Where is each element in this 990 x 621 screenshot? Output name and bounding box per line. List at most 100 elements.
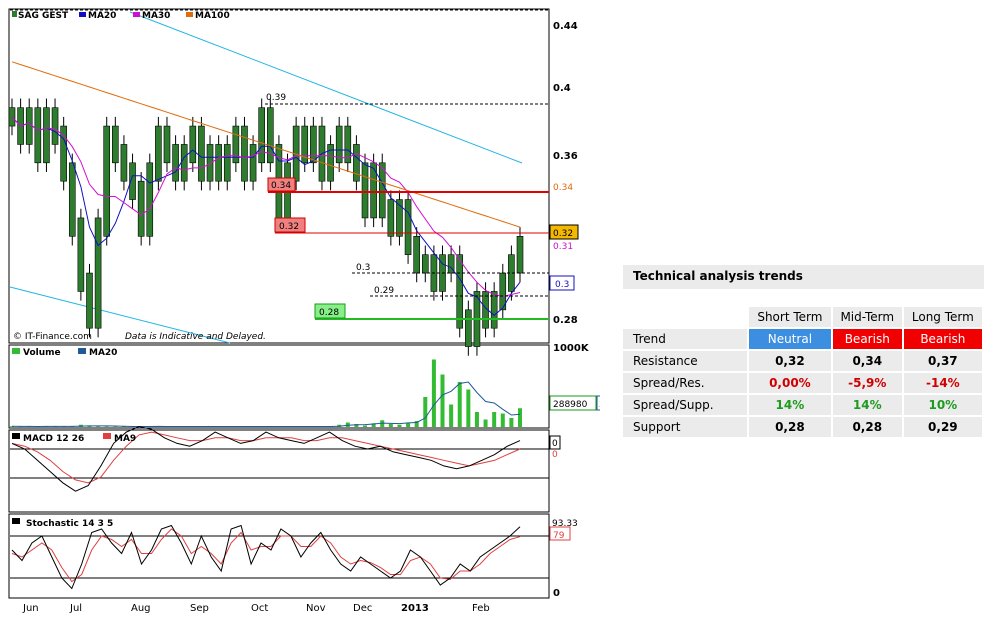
candle-body bbox=[404, 199, 412, 255]
table-row: Spread/Res. 0,00% -5,9% -14% bbox=[623, 373, 982, 393]
level-label-039: 0.39 bbox=[266, 93, 286, 103]
candle-body bbox=[137, 180, 145, 237]
macd-ma-swatch bbox=[103, 433, 111, 439]
resistance-short: 0,32 bbox=[749, 351, 831, 371]
spread-res-short: 0,00% bbox=[749, 373, 831, 393]
candle-body bbox=[25, 107, 33, 145]
level-tag-034-text: 0.34 bbox=[271, 181, 291, 191]
ma100-value-tag: 0.34 bbox=[553, 183, 573, 193]
table-row: Spread/Supp. 14% 14% 10% bbox=[623, 395, 982, 415]
row-label-trend: Trend bbox=[623, 329, 747, 349]
y-tick-label: 0.44 bbox=[553, 21, 578, 32]
trend-short: Neutral bbox=[749, 329, 831, 349]
trend-mid: Bearish bbox=[832, 329, 902, 349]
volume-bar bbox=[431, 359, 436, 427]
x-tick-label: Oct bbox=[251, 603, 268, 614]
disclaimer-text: Data is Indicative and Delayed. bbox=[125, 332, 266, 342]
candle-body bbox=[223, 144, 231, 182]
macd-value-tag: 0 bbox=[552, 439, 558, 449]
volume-bar bbox=[518, 408, 522, 427]
row-label-support: Support bbox=[623, 417, 747, 437]
candle-body bbox=[310, 125, 317, 164]
candle-body bbox=[43, 107, 50, 164]
resistance-mid: 0,34 bbox=[832, 351, 902, 371]
candle-body bbox=[413, 236, 420, 274]
volume-bar bbox=[457, 382, 462, 427]
macd-legend-swatch bbox=[12, 433, 20, 439]
ma30-value-tag: 0.31 bbox=[553, 242, 573, 252]
candle-body bbox=[516, 236, 524, 274]
candle-body bbox=[34, 107, 42, 164]
x-tick-label: Aug bbox=[131, 603, 151, 614]
trend-long: Bearish bbox=[903, 329, 982, 349]
candle-body bbox=[421, 254, 429, 274]
y-tick-label: 0.4 bbox=[553, 83, 571, 94]
row-label-spread-res: Spread/Res. bbox=[623, 373, 747, 393]
spread-supp-long: 10% bbox=[903, 395, 982, 415]
support-short: 0,28 bbox=[749, 417, 831, 437]
spread-supp-mid: 14% bbox=[832, 395, 902, 415]
legend-ma30-swatch bbox=[133, 12, 140, 17]
candle-body bbox=[215, 144, 222, 182]
candle-body bbox=[172, 144, 179, 182]
volume-bar bbox=[440, 374, 445, 427]
candle-body bbox=[249, 144, 257, 182]
candle-body bbox=[241, 125, 248, 182]
candle-body bbox=[77, 217, 85, 292]
candle-body bbox=[353, 144, 360, 182]
trends-table: Short Term Mid-Term Long Term Trend Neut… bbox=[621, 305, 984, 439]
candle-body bbox=[94, 217, 102, 329]
trends-title: Technical analysis trends bbox=[623, 265, 984, 289]
candle-body bbox=[258, 107, 265, 164]
y-tick-label: 0.28 bbox=[553, 315, 578, 326]
volume-ma-swatch bbox=[78, 348, 86, 354]
table-header-row: Short Term Mid-Term Long Term bbox=[623, 307, 982, 327]
x-tick-label: Jul bbox=[69, 603, 82, 614]
candle-body bbox=[86, 272, 93, 329]
volume-bar bbox=[474, 412, 479, 427]
volume-legend-swatch bbox=[12, 348, 20, 354]
volume-bar bbox=[96, 426, 101, 427]
volume-legend: Volume bbox=[23, 348, 61, 358]
volume-bar bbox=[483, 419, 488, 427]
volume-bar bbox=[363, 425, 368, 427]
stoch-ymin: 0 bbox=[553, 588, 560, 599]
spread-res-mid: -5,9% bbox=[832, 373, 902, 393]
candle-body bbox=[189, 125, 197, 164]
header-blank bbox=[623, 307, 747, 327]
candle-body bbox=[180, 144, 188, 182]
x-tick-label: Feb bbox=[472, 603, 490, 614]
legend-ma20: MA20 bbox=[88, 11, 116, 21]
table-row: Trend Neutral Bearish Bearish bbox=[623, 329, 982, 349]
legend-ma30: MA30 bbox=[142, 11, 170, 21]
volume-ymax: 1000K bbox=[553, 343, 590, 354]
row-label-resistance: Resistance bbox=[623, 351, 747, 371]
candle-body bbox=[146, 162, 154, 237]
stock-chart: SAG GEST MA20 MA30 MA100 0.44 0.4 0.36 0… bbox=[8, 8, 600, 614]
volume-bar bbox=[509, 418, 514, 427]
candle-body bbox=[103, 125, 111, 237]
candle-body bbox=[361, 162, 369, 219]
candle-body bbox=[490, 291, 498, 329]
stoch-d-tag: 79 bbox=[553, 531, 565, 541]
legend-ma100-swatch bbox=[186, 12, 193, 17]
volume-bar bbox=[388, 424, 393, 427]
table-row: Support 0,28 0,28 0,29 bbox=[623, 417, 982, 437]
resistance-long: 0,37 bbox=[903, 351, 982, 371]
volume-bar bbox=[492, 412, 497, 427]
candle-body bbox=[120, 144, 128, 182]
level-tag-032-text: 0.32 bbox=[279, 222, 299, 232]
row-label-spread-supp: Spread/Supp. bbox=[623, 395, 747, 415]
stoch-legend-swatch bbox=[12, 518, 20, 524]
copyright-text: © IT-Finance.com bbox=[13, 332, 92, 342]
table-row: Resistance 0,32 0,34 0,37 bbox=[623, 351, 982, 371]
candle-body bbox=[155, 125, 162, 182]
volume-value-tag: 288980 bbox=[553, 400, 588, 410]
candle-body bbox=[387, 199, 395, 237]
x-tick-label: Nov bbox=[306, 603, 326, 614]
legend-ma100: MA100 bbox=[195, 11, 230, 21]
ma20-value-tag: 0.3 bbox=[555, 280, 569, 290]
candle-body bbox=[51, 107, 59, 145]
x-tick-label: 2013 bbox=[401, 603, 429, 614]
macd-panel-frame bbox=[8, 429, 550, 513]
